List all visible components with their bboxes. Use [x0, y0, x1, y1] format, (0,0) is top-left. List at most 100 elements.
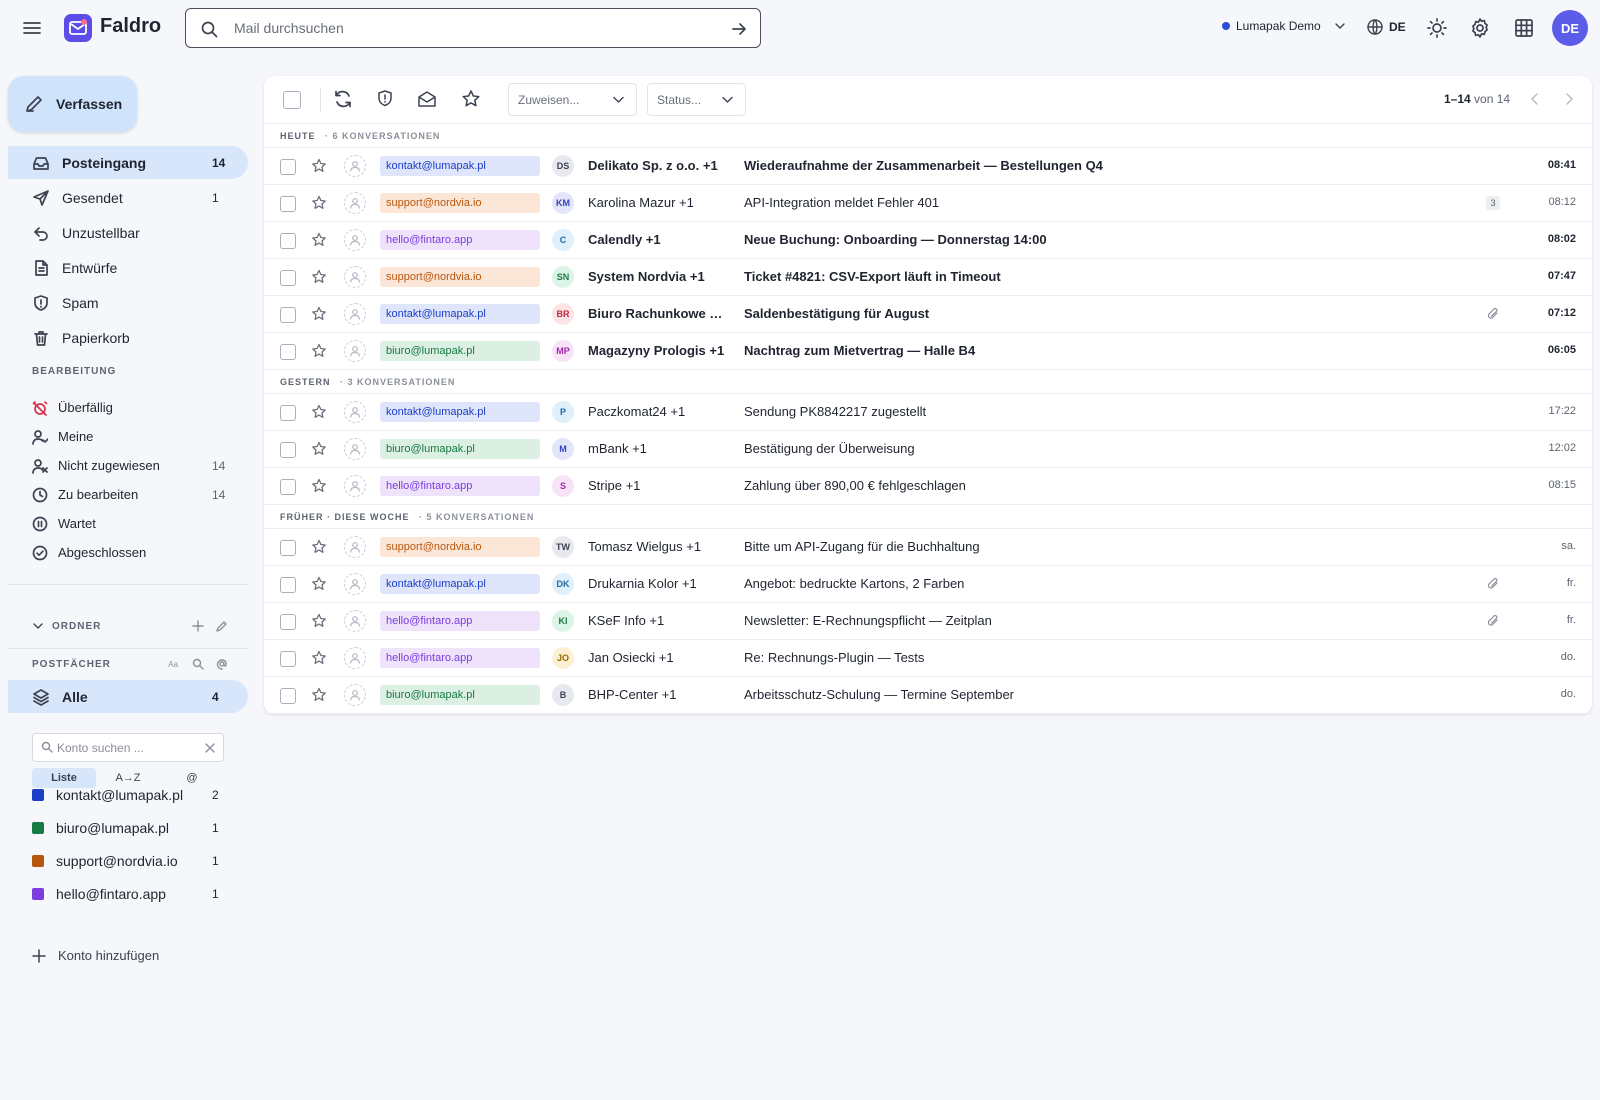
- email-row[interactable]: hello@fintaro.app S Stripe +1 Zahlung über …: [264, 468, 1592, 505]
- workflow-item-done[interactable]: Abgeschlossen: [8, 538, 248, 567]
- clear-x-icon[interactable]: [205, 743, 215, 753]
- row-checkbox[interactable]: [280, 614, 296, 630]
- account-item-support[interactable]: support@nordvia.io 1: [8, 844, 248, 877]
- assign-user-icon[interactable]: [344, 684, 366, 706]
- folders-section-header[interactable]: ORDNER: [32, 616, 228, 636]
- edit-pencil-icon[interactable]: [216, 620, 228, 632]
- sidebar-item-spam[interactable]: Spam: [8, 286, 248, 319]
- search-input[interactable]: [234, 9, 704, 46]
- assign-user-icon[interactable]: [344, 229, 366, 251]
- settings-gear-icon[interactable]: [1468, 16, 1492, 40]
- assign-user-icon[interactable]: [344, 475, 366, 497]
- email-row[interactable]: kontakt@lumapak.pl BR Biuro Rachunkowe Sal…: [264, 296, 1592, 333]
- account-item-biuro[interactable]: biuro@lumapak.pl 1: [8, 811, 248, 844]
- at-sign-icon[interactable]: [216, 658, 228, 670]
- star-icon[interactable]: [311, 441, 327, 457]
- sidebar-item-trash[interactable]: Papierkorb: [8, 321, 248, 354]
- apps-grid-icon[interactable]: [1512, 16, 1536, 40]
- assign-user-icon[interactable]: [344, 303, 366, 325]
- sidebar-item-bounced[interactable]: Unzustellbar: [8, 216, 248, 249]
- hamburger-menu-icon[interactable]: [20, 16, 44, 40]
- row-checkbox[interactable]: [280, 270, 296, 286]
- workflow-item-waiting[interactable]: Wartet: [8, 509, 248, 538]
- star-icon[interactable]: [311, 343, 327, 359]
- theme-sun-icon[interactable]: [1425, 16, 1449, 40]
- select-all-checkbox[interactable]: [283, 91, 301, 109]
- mark-read-envelope-icon[interactable]: [416, 88, 438, 110]
- email-row[interactable]: hello@fintaro.app C Calendly +1 Neue Buchun…: [264, 222, 1592, 259]
- star-icon[interactable]: [311, 269, 327, 285]
- assign-user-icon[interactable]: [344, 647, 366, 669]
- chevron-right-icon[interactable]: [1562, 92, 1576, 106]
- star-icon[interactable]: [311, 576, 327, 592]
- star-icon[interactable]: [311, 478, 327, 494]
- row-checkbox[interactable]: [280, 405, 296, 421]
- chevron-left-icon[interactable]: [1528, 92, 1542, 106]
- assign-user-icon[interactable]: [344, 573, 366, 595]
- email-row[interactable]: biuro@lumapak.pl MmBank +1 Bestätigung der…: [264, 431, 1592, 468]
- sidebar-item-sent[interactable]: Gesendet 1: [8, 181, 248, 214]
- star-icon[interactable]: [311, 158, 327, 174]
- row-checkbox[interactable]: [280, 479, 296, 495]
- star-icon[interactable]: [311, 232, 327, 248]
- row-checkbox[interactable]: [280, 233, 296, 249]
- email-row[interactable]: biuro@lumapak.pl MP Magazyny Prologis +1 Na…: [264, 333, 1592, 370]
- email-row[interactable]: kontakt@lumapak.pl DS Delikato Sp. z o.o. …: [264, 148, 1592, 185]
- compose-button[interactable]: Verfassen: [8, 76, 137, 132]
- row-checkbox[interactable]: [280, 307, 296, 323]
- sidebar-item-inbox[interactable]: Posteingang 14: [8, 146, 248, 179]
- star-icon[interactable]: [460, 88, 482, 110]
- search-icon[interactable]: [192, 658, 204, 670]
- workflow-item-mine[interactable]: Meine: [8, 422, 248, 451]
- row-checkbox[interactable]: [280, 344, 296, 360]
- row-checkbox[interactable]: [280, 196, 296, 212]
- email-row[interactable]: hello@fintaro.app JO Jan Osiecki +1 Re: Rec…: [264, 640, 1592, 677]
- star-icon[interactable]: [311, 195, 327, 211]
- star-icon[interactable]: [311, 650, 327, 666]
- email-row[interactable]: support@nordvia.io TW Tomasz Wielgus +1 Bit…: [264, 529, 1592, 566]
- assign-user-icon[interactable]: [344, 266, 366, 288]
- language-switcher[interactable]: DE: [1366, 18, 1406, 36]
- row-checkbox[interactable]: [280, 577, 296, 593]
- row-checkbox[interactable]: [280, 442, 296, 458]
- star-icon[interactable]: [311, 539, 327, 555]
- workflow-item-overdue[interactable]: Überfällig: [8, 393, 248, 422]
- assign-user-icon[interactable]: [344, 536, 366, 558]
- row-checkbox[interactable]: [280, 159, 296, 175]
- star-icon[interactable]: [311, 687, 327, 703]
- assign-dropdown[interactable]: Zuweisen...: [508, 83, 637, 116]
- arrow-right-icon[interactable]: [730, 20, 748, 38]
- plus-icon[interactable]: [192, 620, 204, 632]
- workflow-item-todo[interactable]: Zu bearbeiten 14: [8, 480, 248, 509]
- assign-user-icon[interactable]: [344, 192, 366, 214]
- email-row[interactable]: biuro@lumapak.pl B BHP-Center +1 Arbeitssch…: [264, 677, 1592, 714]
- assign-user-icon[interactable]: [344, 610, 366, 632]
- email-row[interactable]: support@nordvia.io SN System Nordvia +1 Tic…: [264, 259, 1592, 296]
- account-search-field[interactable]: [32, 733, 224, 762]
- star-icon[interactable]: [311, 613, 327, 629]
- mailbox-all[interactable]: Alle 4: [8, 680, 248, 713]
- email-row[interactable]: kontakt@lumapak.pl DK Drukarnia Kolor +1 An…: [264, 566, 1592, 603]
- email-row[interactable]: support@nordvia.io KM Karolina Mazur +1 API…: [264, 185, 1592, 222]
- assign-user-icon[interactable]: [344, 155, 366, 177]
- status-dropdown[interactable]: Status...: [647, 83, 746, 116]
- assign-user-icon[interactable]: [344, 438, 366, 460]
- account-item-hello[interactable]: hello@fintaro.app 1: [8, 877, 248, 910]
- row-checkbox[interactable]: [280, 651, 296, 667]
- user-avatar[interactable]: DE: [1552, 10, 1588, 46]
- account-switcher[interactable]: Lumapak Demo: [1222, 19, 1347, 33]
- email-row[interactable]: hello@fintaro.app KI KSeF Info +1 Newslette…: [264, 603, 1592, 640]
- mail-search-bar[interactable]: [185, 8, 761, 48]
- star-icon[interactable]: [311, 306, 327, 322]
- spam-shield-icon[interactable]: [374, 88, 396, 110]
- font-size-icon[interactable]: Aa: [168, 660, 178, 669]
- refresh-icon[interactable]: [332, 88, 354, 110]
- email-row[interactable]: kontakt@lumapak.pl P Paczkomat24 +1 Sendung…: [264, 394, 1592, 431]
- account-search-input[interactable]: [57, 734, 207, 761]
- assign-user-icon[interactable]: [344, 340, 366, 362]
- add-account-button[interactable]: Konto hinzufügen: [32, 948, 159, 963]
- assign-user-icon[interactable]: [344, 401, 366, 423]
- star-icon[interactable]: [311, 404, 327, 420]
- sidebar-item-drafts[interactable]: Entwürfe: [8, 251, 248, 284]
- row-checkbox[interactable]: [280, 688, 296, 704]
